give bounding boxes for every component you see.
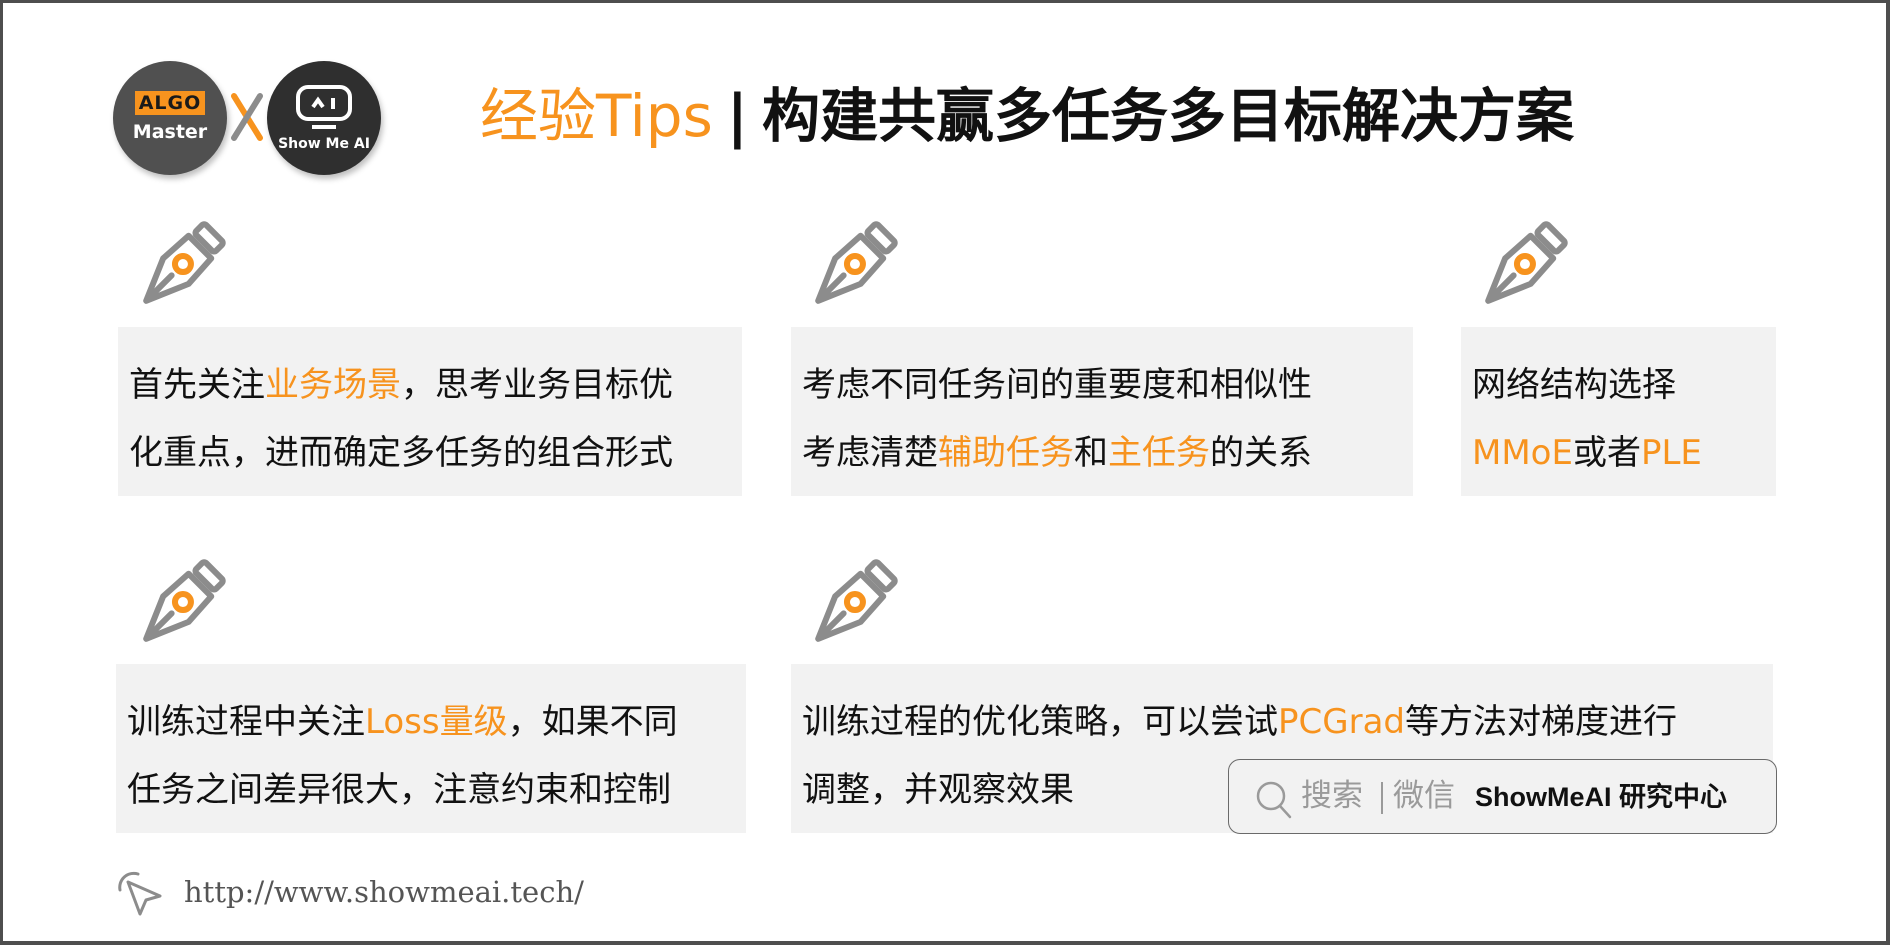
wechat-label: 微信 bbox=[1393, 778, 1455, 814]
showmeai-logo-label: Show Me AI bbox=[278, 136, 370, 152]
tip-text: 训练过程的优化策略，可以尝试 bbox=[802, 702, 1278, 742]
tip-text: 训练过程中关注 bbox=[127, 702, 365, 742]
tip-line: 化重点，进而确定多任务的组合形式 bbox=[129, 433, 673, 473]
highlight-text: 主任务 bbox=[1108, 433, 1210, 473]
cursor-click-icon bbox=[118, 871, 162, 916]
tip-line: 考虑不同任务间的重要度和相似性 bbox=[802, 365, 1312, 405]
website-link[interactable]: http://www.showmeai.tech/ bbox=[184, 874, 584, 910]
search-divider bbox=[1381, 782, 1383, 814]
tip-line: 网络结构选择 bbox=[1472, 365, 1676, 405]
algo-master-logo: ALGO Master bbox=[113, 61, 227, 175]
algo-badge: ALGO bbox=[135, 91, 205, 115]
highlight-text: MMoE bbox=[1472, 433, 1573, 473]
highlight-text: Loss量级 bbox=[365, 702, 508, 742]
search-icon bbox=[1256, 781, 1292, 819]
tip-text: 考虑不同任务间的重要度和相似性 bbox=[802, 365, 1312, 405]
fountain-pen-icon bbox=[1470, 214, 1570, 324]
fountain-pen-icon bbox=[128, 214, 228, 324]
tip-text: 化重点，进而确定多任务的组合形式 bbox=[129, 433, 673, 473]
fountain-pen-icon bbox=[800, 214, 900, 324]
tip-text: 和 bbox=[1074, 433, 1108, 473]
search-brand: ShowMeAI 研究中心 bbox=[1475, 782, 1728, 812]
page-title: 经验Tips | 构建共赢多任务多目标解决方案 bbox=[480, 76, 1574, 156]
highlight-text: PCGrad bbox=[1278, 702, 1405, 742]
highlight-text: PLE bbox=[1640, 433, 1702, 473]
tip-line: 调整，并观察效果 bbox=[802, 770, 1074, 810]
fountain-pen-icon bbox=[128, 552, 228, 662]
tip-card: 网络结构选择 MMoE或者PLE bbox=[1461, 327, 1776, 496]
tip-line: 首先关注业务场景，思考业务目标优 bbox=[129, 365, 673, 405]
tip-line: MMoE或者PLE bbox=[1472, 433, 1702, 473]
tip-line: 任务之间差异很大，注意约束和控制 bbox=[127, 770, 671, 810]
tip-text: 的关系 bbox=[1210, 433, 1312, 473]
tip-text: 网络结构选择 bbox=[1472, 365, 1676, 405]
algo-master-label: Master bbox=[132, 121, 208, 143]
tip-card: 考虑不同任务间的重要度和相似性 考虑清楚辅助任务和主任务的关系 bbox=[791, 327, 1413, 496]
robot-screen-icon bbox=[296, 85, 352, 129]
tip-line: 训练过程的优化策略，可以尝试PCGrad等方法对梯度进行 bbox=[802, 702, 1677, 742]
tip-text: 或者 bbox=[1572, 433, 1641, 473]
title-accent: 经验Tips bbox=[480, 82, 713, 150]
highlight-text: 业务场景 bbox=[265, 365, 401, 405]
title-separator: | bbox=[726, 82, 748, 150]
tip-text: ，思考业务目标优 bbox=[401, 365, 673, 405]
tip-text: 首先关注 bbox=[129, 365, 265, 405]
showmeai-logo: Show Me AI bbox=[267, 61, 381, 175]
fountain-pen-icon bbox=[800, 552, 900, 662]
search-hint: 搜索 bbox=[1301, 778, 1363, 814]
tip-text: 任务之间差异很大，注意约束和控制 bbox=[127, 770, 671, 810]
highlight-text: 辅助任务 bbox=[938, 433, 1074, 473]
collab-x-icon bbox=[231, 93, 263, 141]
tip-text: 考虑清楚 bbox=[802, 433, 938, 473]
tip-text: 等方法对梯度进行 bbox=[1405, 702, 1677, 742]
tip-card: 首先关注业务场景，思考业务目标优 化重点，进而确定多任务的组合形式 bbox=[118, 327, 742, 496]
tip-line: 训练过程中关注Loss量级，如果不同 bbox=[127, 702, 678, 742]
wechat-search-badge: 搜索 微信 ShowMeAI 研究中心 bbox=[1228, 759, 1777, 834]
title-main: 构建共赢多任务多目标解决方案 bbox=[761, 82, 1574, 150]
tip-line: 考虑清楚辅助任务和主任务的关系 bbox=[802, 433, 1312, 473]
tip-card: 训练过程中关注Loss量级，如果不同 任务之间差异很大，注意约束和控制 bbox=[116, 664, 746, 833]
tip-text: 调整，并观察效果 bbox=[802, 770, 1074, 810]
tip-text: ，如果不同 bbox=[507, 702, 678, 742]
